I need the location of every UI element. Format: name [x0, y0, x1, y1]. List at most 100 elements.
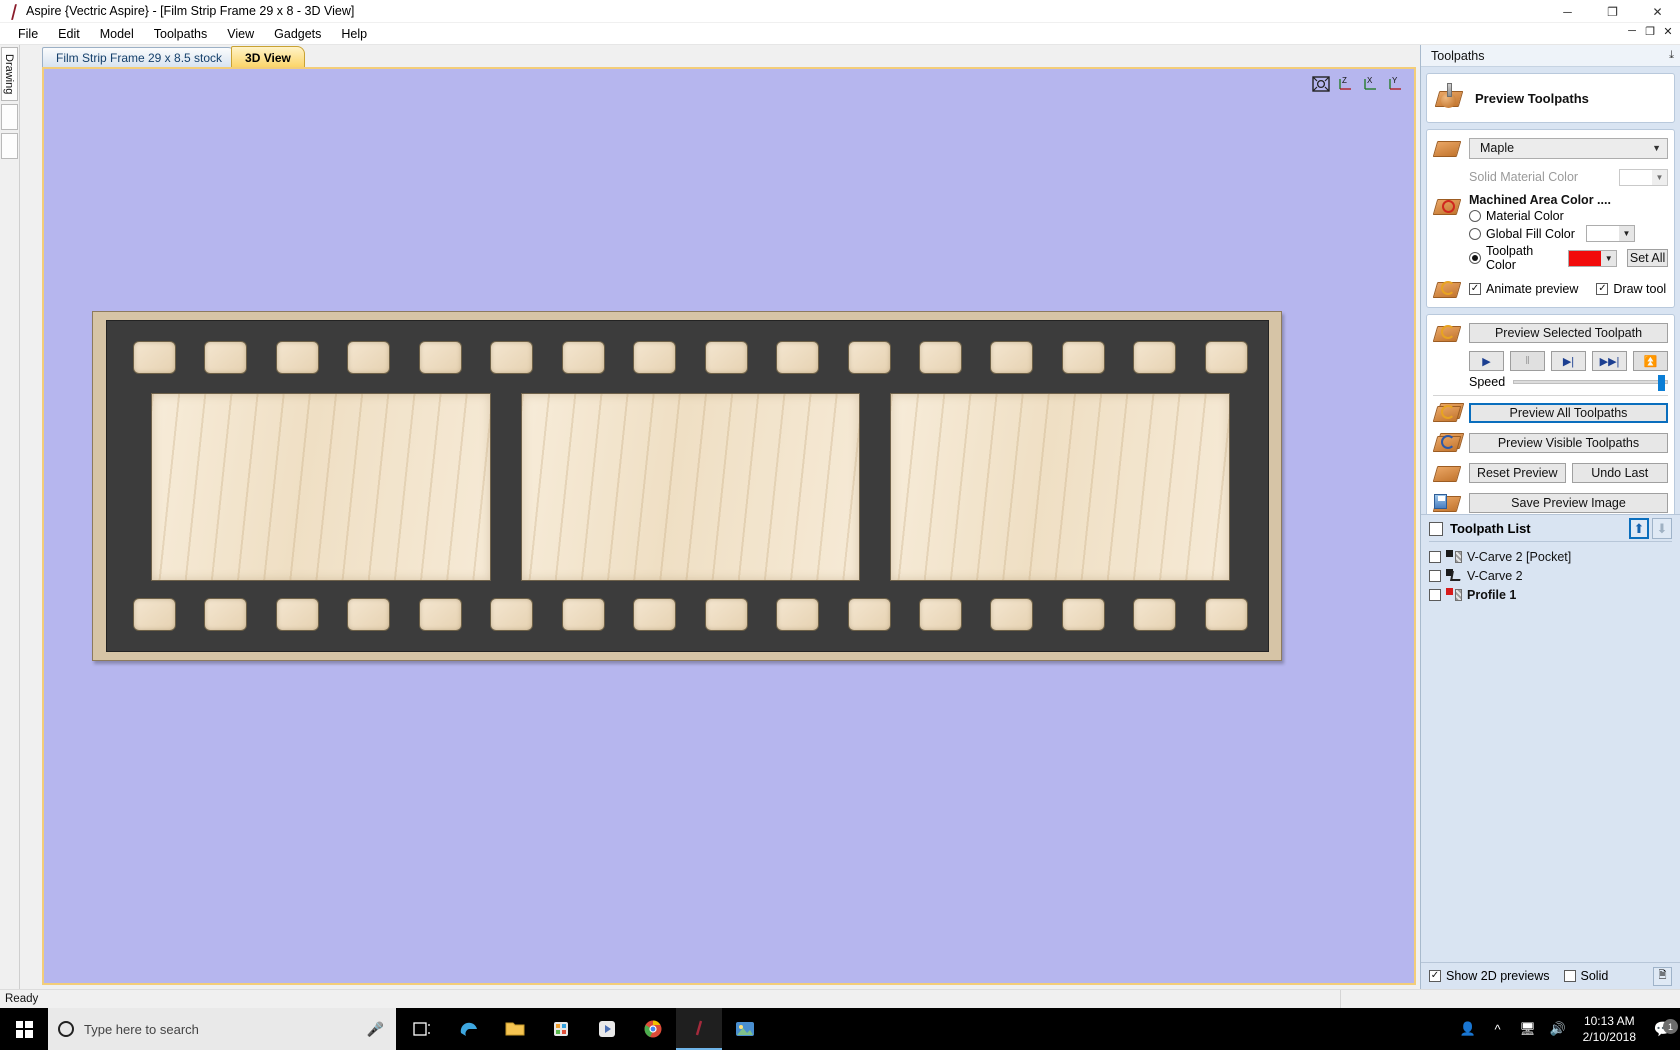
- radio-global-fill-color[interactable]: Global Fill Color ▼: [1469, 225, 1668, 242]
- animate-preview-checkbox[interactable]: ✓ Animate preview: [1469, 282, 1578, 296]
- zoom-extents-icon[interactable]: [1311, 75, 1331, 93]
- axis-z-icon[interactable]: Z: [1336, 75, 1356, 93]
- chrome-icon[interactable]: [630, 1008, 676, 1050]
- store-icon[interactable]: [538, 1008, 584, 1050]
- microphone-icon[interactable]: 🎤: [367, 1021, 384, 1038]
- radio-toolpath-color[interactable]: Toolpath Color ▼ Set All: [1469, 244, 1668, 272]
- sprocket-hole: [490, 341, 534, 374]
- sprocket-hole: [418, 598, 462, 631]
- speed-slider-thumb[interactable]: [1658, 375, 1665, 391]
- solid-checkbox[interactable]: Solid: [1563, 969, 1608, 983]
- aspire-icon[interactable]: [676, 1008, 722, 1050]
- material-icon: [1432, 135, 1463, 161]
- menu-gadgets[interactable]: Gadgets: [264, 25, 331, 43]
- sprocket-hole: [347, 598, 391, 631]
- sidebar-tab-secondary[interactable]: [1, 104, 18, 131]
- action-center-icon[interactable]: 💬 1: [1646, 1019, 1680, 1038]
- media-player-icon[interactable]: [584, 1008, 630, 1050]
- notification-count-badge: 1: [1663, 1019, 1678, 1034]
- pin-icon[interactable]: ⤓: [1669, 49, 1674, 62]
- maximize-button[interactable]: ❐: [1590, 0, 1635, 23]
- menu-view[interactable]: View: [217, 25, 264, 43]
- to-end-button[interactable]: ⏫: [1633, 351, 1668, 371]
- menu-help[interactable]: Help: [331, 25, 377, 43]
- preview-toolpaths-icon: [1434, 83, 1465, 111]
- show-hidden-icons-icon[interactable]: ^: [1483, 1022, 1513, 1037]
- toolpath-item-checkbox[interactable]: [1429, 550, 1441, 563]
- cortana-icon: [58, 1021, 74, 1037]
- people-icon[interactable]: 👤: [1453, 1021, 1483, 1037]
- mdi-minimize-button[interactable]: ─: [1624, 25, 1640, 38]
- volume-icon[interactable]: 🔊: [1543, 1021, 1573, 1037]
- sprocket-hole: [1204, 341, 1248, 374]
- tab-3d-view[interactable]: 3D View: [231, 46, 305, 67]
- photo-viewer-icon[interactable]: [722, 1008, 768, 1050]
- speed-slider[interactable]: [1513, 375, 1668, 391]
- document-tab-strip: Film Strip Frame 29 x 8.5 stock 3D View: [20, 45, 1420, 67]
- undo-last-button[interactable]: Undo Last: [1571, 463, 1668, 483]
- menu-toolpaths[interactable]: Toolpaths: [144, 25, 218, 43]
- move-down-button[interactable]: ⬇: [1652, 518, 1672, 539]
- mdi-close-button[interactable]: ✕: [1660, 25, 1676, 38]
- network-icon[interactable]: 🖥: [1513, 1021, 1543, 1037]
- material-select-value: Maple: [1480, 141, 1515, 155]
- toolpath-item-checkbox[interactable]: [1429, 569, 1441, 582]
- radio-global-fill-color-label: Global Fill Color: [1486, 226, 1575, 241]
- menu-file[interactable]: File: [8, 25, 48, 43]
- close-button[interactable]: ✕: [1635, 0, 1680, 23]
- toolpath-list-panel: Toolpath List ⬆ ⬇ V-Carve 2 [Pocket] V-C…: [1421, 514, 1680, 962]
- toolpath-list-item[interactable]: V-Carve 2: [1429, 566, 1672, 585]
- file-explorer-icon[interactable]: [492, 1008, 538, 1050]
- reset-preview-button[interactable]: Reset Preview: [1469, 463, 1566, 483]
- sidebar-tab-tertiary[interactable]: [1, 133, 18, 160]
- play-button[interactable]: ▶: [1469, 351, 1504, 371]
- toolpath-list-item[interactable]: V-Carve 2 [Pocket]: [1429, 547, 1672, 566]
- mdi-restore-button[interactable]: ❐: [1642, 25, 1658, 38]
- list-view-icon[interactable]: 🗎: [1653, 966, 1672, 986]
- sprocket-hole: [1061, 598, 1105, 631]
- move-up-button[interactable]: ⬆: [1629, 518, 1649, 539]
- taskbar-pinned-icons: [400, 1008, 768, 1050]
- toolpaths-panel-title: Toolpaths ⤓: [1421, 45, 1680, 67]
- speed-label: Speed: [1469, 375, 1506, 389]
- sprocket-hole: [133, 341, 176, 374]
- axis-y-icon[interactable]: Y: [1386, 75, 1406, 93]
- profile-toolpath-icon: [1446, 587, 1462, 602]
- clock[interactable]: 10:13 AM 2/10/2018: [1573, 1013, 1646, 1045]
- toolpath-list-title: Toolpath List: [1450, 521, 1531, 536]
- toolpath-list-header: Toolpath List ⬆ ⬇: [1429, 518, 1672, 541]
- solid-material-color-swatch[interactable]: ▼: [1619, 168, 1668, 186]
- step-button[interactable]: ▶|: [1551, 351, 1586, 371]
- task-view-icon[interactable]: [400, 1008, 446, 1050]
- axis-x-icon[interactable]: X: [1361, 75, 1381, 93]
- film-strip-3d-preview[interactable]: [92, 311, 1282, 661]
- minimize-button[interactable]: ─: [1545, 0, 1590, 23]
- taskbar: Type here to search 🎤 👤 ^ 🖥 🔊 10:13 AM 2…: [0, 1008, 1680, 1050]
- toolpath-color-swatch[interactable]: ▼: [1568, 249, 1618, 267]
- viewport-3d[interactable]: Z X Y: [42, 67, 1416, 985]
- material-select[interactable]: Maple ▼: [1469, 137, 1668, 159]
- sidebar-tab-drawing[interactable]: Drawing: [1, 47, 18, 102]
- toolpath-item-checkbox[interactable]: [1429, 588, 1441, 601]
- start-button[interactable]: [0, 1008, 48, 1050]
- tab-film-strip-frame[interactable]: Film Strip Frame 29 x 8.5 stock: [42, 47, 237, 67]
- menu-edit[interactable]: Edit: [48, 25, 90, 43]
- global-fill-color-swatch[interactable]: ▼: [1585, 225, 1635, 242]
- radio-material-color[interactable]: Material Color: [1469, 209, 1668, 223]
- menu-model[interactable]: Model: [90, 25, 144, 43]
- preview-selected-toolpath-button[interactable]: Preview Selected Toolpath: [1469, 323, 1668, 343]
- save-preview-image-button[interactable]: Save Preview Image: [1469, 493, 1668, 513]
- preview-visible-toolpaths-button[interactable]: Preview Visible Toolpaths: [1469, 433, 1668, 453]
- fast-forward-button[interactable]: ▶▶|: [1592, 351, 1627, 371]
- show-2d-previews-checkbox[interactable]: ✓ Show 2D previews: [1429, 969, 1550, 983]
- toolpath-list-item[interactable]: Profile 1: [1429, 585, 1672, 604]
- pause-button[interactable]: ‖: [1510, 351, 1545, 371]
- toolpath-list-checkbox[interactable]: [1429, 521, 1443, 536]
- edge-icon[interactable]: [446, 1008, 492, 1050]
- set-all-button[interactable]: Set All: [1627, 249, 1668, 267]
- preview-all-toolpaths-button[interactable]: Preview All Toolpaths: [1469, 403, 1668, 423]
- search-input[interactable]: Type here to search 🎤: [48, 1008, 396, 1050]
- draw-tool-checkbox[interactable]: ✓ Draw tool: [1596, 282, 1666, 296]
- preview-toolpaths-header-group: Preview Toolpaths: [1426, 73, 1675, 123]
- sprocket-hole: [704, 598, 748, 631]
